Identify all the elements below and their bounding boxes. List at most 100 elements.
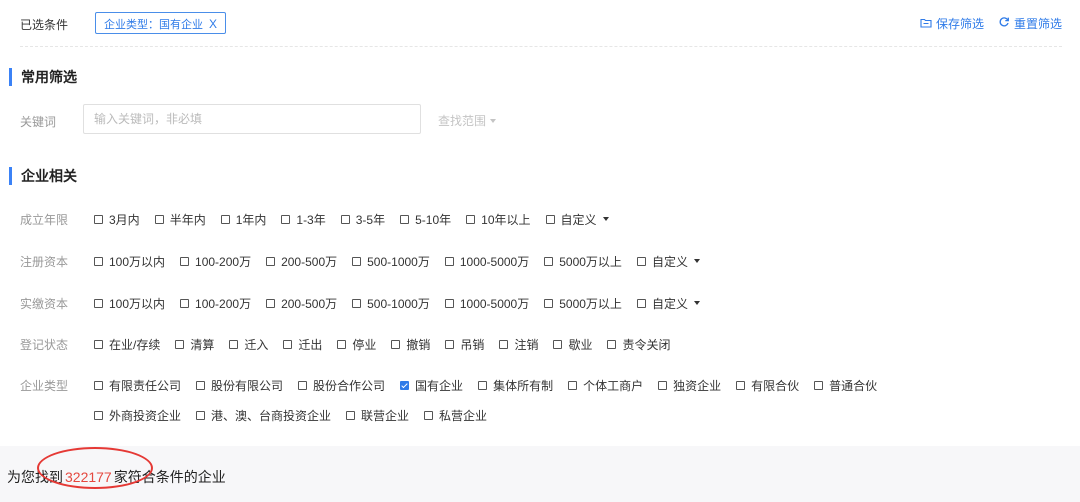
checkbox[interactable] [281,214,291,224]
filter-option[interactable]: 股份有限公司 [196,377,283,394]
filter-option[interactable]: 清算 [175,336,214,353]
filter-option[interactable]: 外商投资企业 [94,407,181,424]
filter-option[interactable]: 10年以上 [466,211,531,228]
checkbox[interactable] [445,339,455,349]
filter-option[interactable]: 迁入 [229,336,268,353]
divider [20,46,1062,47]
checkbox[interactable] [499,339,509,349]
checkbox[interactable] [636,298,646,308]
filter-option[interactable]: 1000-5000万 [444,253,529,270]
filter-option[interactable]: 注销 [499,336,538,353]
checkbox[interactable] [544,256,554,266]
filter-option[interactable]: 在业/存续 [94,336,160,353]
filter-option[interactable]: 3-5年 [340,211,385,228]
search-scope-dropdown[interactable]: 查找范围 [438,112,497,129]
filter-option[interactable]: 独资企业 [658,377,721,394]
checkbox[interactable] [94,256,103,266]
checkbox[interactable] [94,410,103,420]
checkbox[interactable] [553,339,563,349]
checkbox[interactable] [283,339,293,349]
filter-option[interactable]: 200-500万 [266,253,337,270]
checkbox-checked[interactable] [400,380,410,390]
filter-option[interactable]: 普通合伙 [814,377,877,394]
checkbox[interactable] [337,339,347,349]
filter-option[interactable]: 100万以内 [94,295,165,312]
checkbox[interactable] [298,380,308,390]
checkbox[interactable] [478,380,488,390]
custom-range-dropdown[interactable]: 自定义 [545,211,609,228]
filter-option[interactable]: 3月内 [94,211,140,228]
custom-range-dropdown[interactable]: 自定义 [636,295,700,312]
checkbox[interactable] [814,380,824,390]
filter-option-label: 港、澳、台商投资企业 [211,408,332,423]
checkbox[interactable] [736,380,746,390]
filter-option[interactable]: 迁出 [283,336,322,353]
filter-option[interactable]: 吊销 [445,336,484,353]
filter-option-label: 清算 [190,337,215,352]
checkbox[interactable] [94,214,103,224]
checkbox[interactable] [175,339,185,349]
custom-range-label: 自定义 [651,254,688,269]
filter-option[interactable]: 5000万以上 [544,295,622,312]
selected-filter-tag[interactable]: 企业类型：国有企业 X [95,12,227,34]
filter-option[interactable]: 有限合伙 [736,377,799,394]
filter-option[interactable]: 1年内 [220,211,266,228]
filter-option[interactable]: 500-1000万 [352,295,430,312]
checkbox[interactable] [466,214,476,224]
checkbox[interactable] [266,298,276,308]
checkbox[interactable] [229,339,239,349]
checkbox[interactable] [391,339,401,349]
keyword-input[interactable] [83,104,421,134]
checkbox[interactable] [346,410,356,420]
filter-option[interactable]: 半年内 [154,211,206,228]
checkbox[interactable] [424,410,434,420]
checkbox[interactable] [607,339,617,349]
save-filter-button[interactable]: 保存筛选 [920,15,984,32]
filter-option[interactable]: 停业 [337,336,376,353]
filter-option[interactable]: 港、澳、台商投资企业 [196,407,331,424]
checkbox[interactable] [545,214,555,224]
filter-option[interactable]: 联营企业 [346,407,409,424]
reset-filter-button[interactable]: 重置筛选 [998,15,1062,32]
checkbox[interactable] [400,214,410,224]
checkbox[interactable] [352,298,362,308]
filter-option[interactable]: 集体所有制 [478,377,553,394]
filter-option[interactable]: 有限责任公司 [94,377,181,394]
checkbox[interactable] [94,339,103,349]
filter-option[interactable]: 1-3年 [281,211,326,228]
filter-option[interactable]: 撤销 [391,336,430,353]
checkbox[interactable] [180,256,190,266]
filter-option[interactable]: 200-500万 [266,295,337,312]
checkbox[interactable] [444,298,454,308]
checkbox[interactable] [568,380,578,390]
checkbox[interactable] [180,298,190,308]
filter-option[interactable]: 100-200万 [180,295,251,312]
checkbox[interactable] [444,256,454,266]
remove-tag-icon[interactable]: X [209,17,217,31]
filter-option[interactable]: 5-10年 [400,211,451,228]
checkbox[interactable] [658,380,668,390]
checkbox[interactable] [94,298,103,308]
filter-option[interactable]: 5000万以上 [544,253,622,270]
checkbox[interactable] [544,298,554,308]
filter-option[interactable]: 国有企业 [400,377,463,394]
filter-option[interactable]: 私营企业 [424,407,487,424]
custom-range-dropdown[interactable]: 自定义 [636,253,700,270]
checkbox[interactable] [94,380,103,390]
filter-option[interactable]: 100万以内 [94,253,165,270]
filter-option[interactable]: 1000-5000万 [444,295,529,312]
checkbox[interactable] [220,214,230,224]
checkbox[interactable] [196,380,206,390]
checkbox[interactable] [352,256,362,266]
filter-option[interactable]: 500-1000万 [352,253,430,270]
filter-option[interactable]: 歇业 [553,336,592,353]
filter-option[interactable]: 股份合作公司 [298,377,385,394]
checkbox[interactable] [636,256,646,266]
checkbox[interactable] [196,410,206,420]
filter-option[interactable]: 100-200万 [180,253,251,270]
filter-option[interactable]: 责令关闭 [607,336,670,353]
checkbox[interactable] [154,214,164,224]
checkbox[interactable] [266,256,276,266]
filter-option[interactable]: 个体工商户 [568,377,643,394]
checkbox[interactable] [340,214,350,224]
